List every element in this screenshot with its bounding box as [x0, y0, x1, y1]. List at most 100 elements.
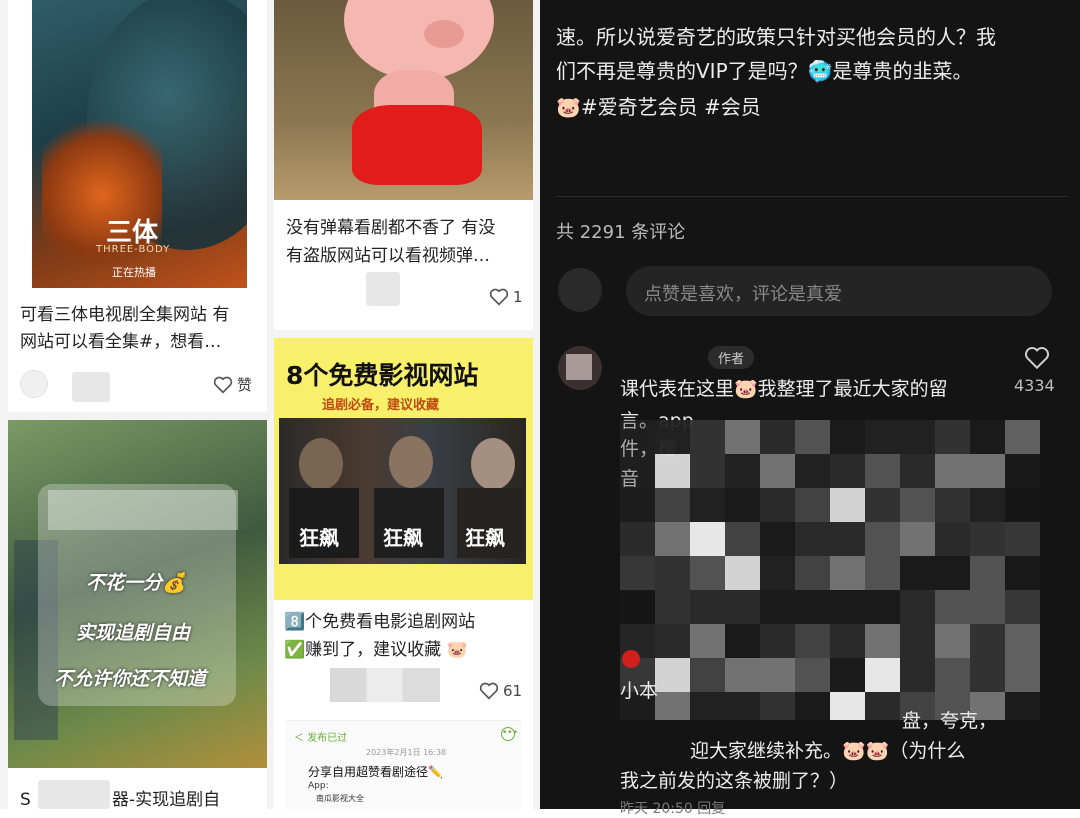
poster-tag: 正在热播 [112, 266, 156, 279]
mosaic-tile [795, 658, 830, 692]
mosaic-tile [865, 420, 900, 454]
mosaic-tile [830, 454, 865, 488]
mosaic-tile [620, 420, 655, 454]
user-avatar [558, 268, 602, 312]
comment-placeholder: 点赞是喜欢，评论是真爱 [644, 284, 842, 305]
mosaic-tile [620, 488, 655, 522]
mosaic-tile [690, 590, 725, 624]
card-caption-line1: 可看三体电视剧全集网站 有 [20, 305, 230, 325]
post-body-line1: 速。所以说爱奇艺的政策只针对买他会员的人？我 [556, 25, 996, 49]
mosaic-tile [760, 692, 795, 720]
card-caption-line2: ✅赚到了，建议收藏 🐷 [284, 640, 468, 660]
mosaic-tile [655, 658, 690, 692]
preview-screenshot: ＜ 发布已过 ••• 2023年2月1日 16:38 分享自用超赞看剧途径✏️ … [286, 720, 521, 809]
mosaic-tile [795, 624, 830, 658]
post-hashtags[interactable]: 🐷#爱奇艺会员 #会员 [556, 90, 761, 124]
preview-title: 分享自用超赞看剧途径✏️ [308, 765, 443, 779]
author-name-mosaic [366, 272, 400, 306]
like-count: 61 [503, 682, 523, 700]
card-caption-line2: 有盗版网站可以看视频弹… [286, 246, 490, 266]
mosaic-tile [655, 420, 690, 454]
heart-icon[interactable] [1024, 346, 1050, 370]
mosaic-censor-block [620, 420, 1040, 720]
author-badge: 作者 [708, 346, 755, 369]
mosaic-tile [970, 624, 1005, 658]
card-caption-partial: S [20, 790, 31, 809]
author-name-mosaic [72, 372, 110, 402]
feed-card-free-sites[interactable]: 8个免费影视网站 追剧必备，建议收藏 狂飙 狂飙 狂飙 8️⃣个免费看电影追剧网… [274, 338, 533, 809]
comment-fragment-3: 小本 [620, 680, 659, 702]
mosaic-tile [865, 590, 900, 624]
mosaic-tile [830, 556, 865, 590]
poster-strip: 狂飙 狂飙 狂飙 [279, 418, 526, 564]
commenter-avatar[interactable] [558, 346, 602, 390]
mosaic-tile [655, 624, 690, 658]
mosaic-tile [725, 556, 760, 590]
mosaic-tile [795, 420, 830, 454]
mosaic-tile [690, 522, 725, 556]
mosaic-tile [830, 624, 865, 658]
post-detail-panel: 速。所以说爱奇艺的政策只针对买他会员的人？我 们不再是尊贵的VIP了是吗？🥶是尊… [540, 0, 1080, 817]
mosaic-tile [725, 590, 760, 624]
comment-line1: 课代表在这里🐷我整理了最近大家的留 [620, 378, 948, 400]
mosaic-tile [935, 454, 970, 488]
mosaic-tile [900, 556, 935, 590]
mosaic-tile [620, 556, 655, 590]
poster-word-1: 狂飙 [299, 526, 339, 550]
mosaic-tile [935, 658, 970, 692]
mosaic-tile [795, 692, 830, 720]
mosaic-tile [690, 658, 725, 692]
comment-like-count: 4334 [1014, 376, 1055, 395]
card-caption-line1: 8️⃣个免费看电影追剧网站 [284, 612, 476, 632]
mosaic-tile [830, 488, 865, 522]
mosaic-tile [900, 454, 935, 488]
card-caption-line1: 没有弹幕看剧都不香了 有没 [286, 218, 496, 238]
mosaic-tile [795, 590, 830, 624]
mosaic-tile [935, 556, 970, 590]
mosaic-tile [865, 556, 900, 590]
mosaic-tile [725, 692, 760, 720]
mosaic-tile [1005, 488, 1040, 522]
mosaic-tile [655, 454, 690, 488]
feed-card-pig[interactable]: 没有弹幕看剧都不香了 有没 有盗版网站可以看视频弹… 1 [274, 0, 533, 330]
like-button[interactable]: 1 [489, 288, 523, 306]
mosaic-tile [900, 522, 935, 556]
mosaic-tile [795, 488, 830, 522]
mosaic-tile [690, 692, 725, 720]
mosaic-tile [970, 556, 1005, 590]
preview-back: ＜ 发布已过 [294, 733, 348, 744]
mosaic-tile [935, 488, 970, 522]
mosaic-tile [620, 590, 655, 624]
comment-line-end2: 我之前发的这条被删了？） [620, 770, 849, 792]
mosaic-tile [795, 454, 830, 488]
feed-card-free-drama[interactable]: 不花一分💰 实现追剧自由 不允许你还不知道 S 器-实现追剧自 [8, 420, 267, 809]
more-icon: ••• [501, 727, 518, 741]
mosaic-tile [760, 488, 795, 522]
like-button[interactable]: 赞 [213, 374, 252, 395]
like-button[interactable]: 61 [479, 682, 522, 700]
mosaic-tile [725, 522, 760, 556]
card-caption-rest: 器-实现追剧自 [112, 790, 221, 809]
mosaic-tile [830, 522, 865, 556]
mosaic-tile [760, 522, 795, 556]
mosaic-tile [725, 658, 760, 692]
mosaic-tile [655, 522, 690, 556]
mosaic-tile [725, 454, 760, 488]
banner-title: 8个免费影视网站 [286, 361, 479, 390]
mosaic-tile [900, 590, 935, 624]
comment-input[interactable]: 点赞是喜欢，评论是真爱 [626, 266, 1052, 316]
comment-count: 共 2291 条评论 [556, 222, 686, 243]
feed-card-three-body[interactable]: 三体 THREE-BODY 正在热播 可看三体电视剧全集网站 有 网站可以看全集… [8, 0, 267, 412]
poster-image: 三体 THREE-BODY 正在热播 [32, 0, 247, 288]
mosaic-tile [830, 692, 865, 720]
comment-time[interactable]: 昨天 20:50 回复 [620, 798, 725, 818]
mosaic-tile [935, 522, 970, 556]
card-caption-line2: 网站可以看全集#，想看… [20, 332, 222, 352]
apple-icon [622, 650, 640, 668]
comment-fragment-4: 盘，夸克， [902, 710, 998, 732]
author-name-mosaic [330, 668, 440, 702]
mosaic-tile [690, 556, 725, 590]
poster-word-3: 狂飙 [465, 526, 505, 550]
overlay-line3: 不允许你还不知道 [54, 668, 207, 690]
preview-item: 南瓜影视大全 [316, 794, 364, 803]
